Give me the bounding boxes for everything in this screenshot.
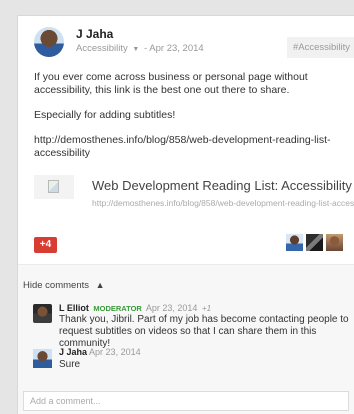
sharers-avatars	[286, 234, 346, 252]
post-meta: Accessibility ▼ - Apr 23, 2014	[76, 43, 204, 54]
chevron-up-icon: ▲	[95, 280, 105, 290]
post-date[interactable]: Apr 23, 2014	[149, 43, 203, 54]
moderator-badge: MODERATOR	[93, 304, 142, 313]
hide-comments-toggle[interactable]: Hide comments ▲	[23, 280, 105, 291]
link-preview-title[interactable]: Web Development Reading List: Accessibil…	[92, 178, 352, 193]
comment-plus-count[interactable]: +1	[202, 304, 211, 313]
link-thumbnail	[34, 175, 74, 199]
commenter-name[interactable]: L Elliot	[59, 303, 89, 313]
post-paragraph: Especially for adding subtitles!	[34, 109, 176, 121]
link-preview[interactable]: Web Development Reading List: Accessibil…	[34, 171, 354, 216]
author-name[interactable]: J Jaha	[76, 27, 113, 41]
sharer-avatar[interactable]	[286, 234, 303, 251]
commenter-avatar[interactable]	[33, 304, 52, 323]
broken-image-icon	[48, 180, 59, 193]
post-paragraph: If you ever come across business or pers…	[34, 71, 308, 96]
add-comment-input[interactable]: Add a comment...	[23, 391, 349, 411]
post-card: J Jaha Accessibility ▼ - Apr 23, 2014 #A…	[17, 15, 354, 414]
audience-label[interactable]: Accessibility	[76, 43, 128, 54]
sharer-avatar[interactable]	[326, 234, 343, 251]
post-header: J Jaha Accessibility ▼ - Apr 23, 2014 #A…	[34, 25, 354, 61]
comment-date[interactable]: Apr 23, 2014	[89, 347, 141, 357]
separator: -	[143, 43, 148, 54]
chevron-down-icon[interactable]: ▼	[132, 46, 139, 53]
author-avatar[interactable]	[34, 27, 64, 57]
plus-one-button[interactable]: +4	[34, 237, 57, 253]
sharer-avatar[interactable]	[306, 234, 323, 251]
hide-comments-label: Hide comments	[23, 280, 89, 291]
comment-header: J Jaha Apr 23, 2014	[59, 347, 141, 357]
post-body: If you ever come across business or pers…	[34, 71, 352, 172]
hashtag-badge[interactable]: #Accessibility	[286, 37, 354, 58]
commenter-avatar[interactable]	[33, 349, 52, 368]
comment-text: Sure	[59, 359, 81, 370]
comment-date[interactable]: Apr 23, 2014	[146, 303, 198, 313]
post-link[interactable]: http://demosthenes.info/blog/858/web-dev…	[34, 134, 352, 160]
link-preview-url[interactable]: http://demosthenes.info/blog/858/web-dev…	[92, 198, 354, 208]
commenter-name[interactable]: J Jaha	[59, 347, 87, 357]
comment-header: L Elliot MODERATOR Apr 23, 2014 +1	[59, 303, 211, 313]
comment-text: Thank you, Jibril. Part of my job has be…	[59, 314, 349, 349]
comments-section: Hide comments ▲ L Elliot MODERATOR Apr 2…	[18, 264, 354, 414]
